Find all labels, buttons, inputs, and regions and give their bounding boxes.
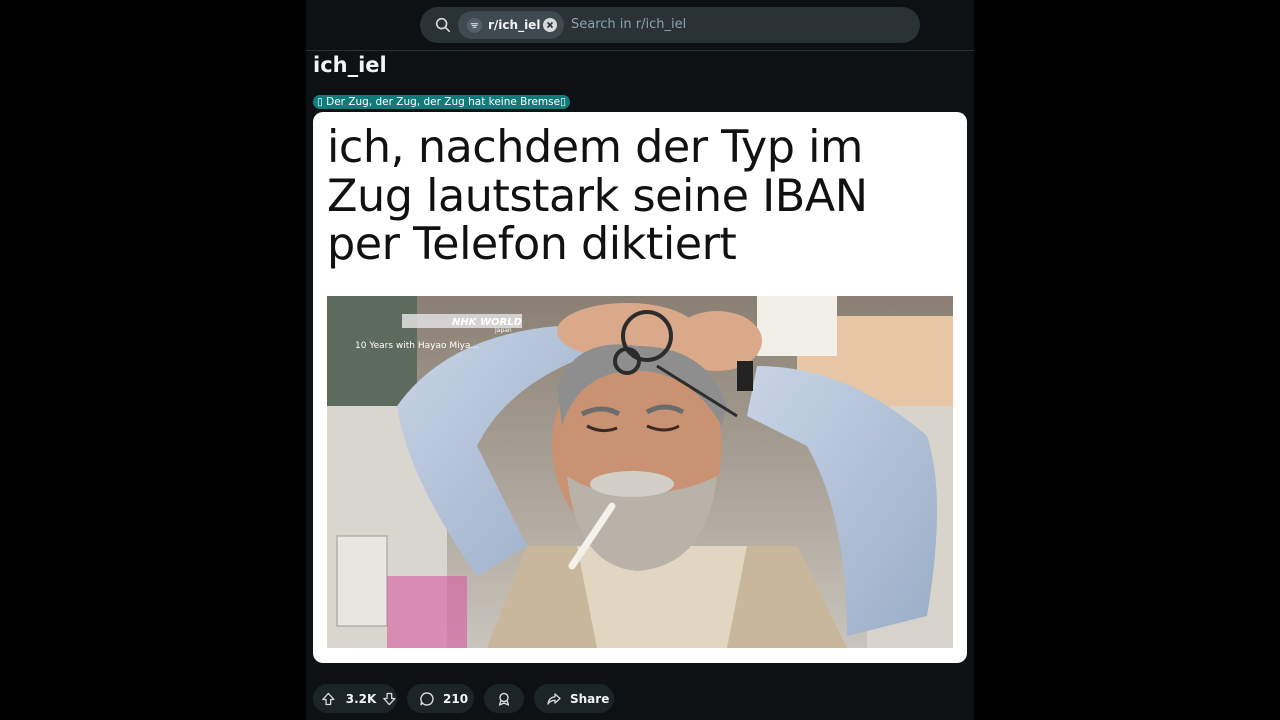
- vote-pill: 3.2K: [313, 684, 397, 713]
- comments-button[interactable]: 210: [407, 684, 474, 713]
- chip-label: r/ich_iel: [488, 18, 541, 32]
- post-actions: 3.2K 210 Share: [313, 684, 614, 713]
- caption-line: per Telefon diktiert: [327, 219, 737, 270]
- subreddit-icon: [467, 17, 482, 33]
- post-image[interactable]: ich, nachdem der Typ im Zug lautstark se…: [313, 112, 967, 663]
- post-flair[interactable]: ▯ Der Zug, der Zug, der Zug hat keine Br…: [313, 95, 570, 109]
- search-icon: [435, 17, 451, 33]
- vote-count: 3.2K: [345, 691, 377, 706]
- comment-count: 210: [443, 691, 469, 706]
- downvote-icon[interactable]: [382, 691, 397, 707]
- nhk-sublogo: Japan: [494, 327, 512, 334]
- search-bar[interactable]: r/ich_iel Search in r/ich_iel: [420, 7, 920, 43]
- video-subtitle: 10 Years with Hayao Miya...: [355, 341, 479, 351]
- search-input[interactable]: Search in r/ich_iel: [571, 17, 686, 32]
- subreddit-filter-chip[interactable]: r/ich_iel: [458, 11, 564, 39]
- close-icon[interactable]: [543, 18, 557, 32]
- caption-line: ich, nachdem der Typ im: [327, 122, 863, 173]
- post-column: r/ich_iel Search in r/ich_iel ich_iel ▯ …: [306, 0, 974, 720]
- share-label: Share: [570, 691, 610, 706]
- meme-photo: NHK WORLD Japan 10 Years with Hayao Miya…: [327, 296, 953, 648]
- award-button[interactable]: [484, 684, 524, 713]
- top-bar: r/ich_iel Search in r/ich_iel: [306, 0, 974, 51]
- share-button[interactable]: Share: [534, 684, 614, 713]
- subreddit-name[interactable]: ich_iel: [313, 53, 387, 77]
- upvote-icon[interactable]: [321, 691, 336, 707]
- caption-line: Zug lautstark seine IBAN: [327, 170, 868, 222]
- award-icon: [498, 692, 510, 706]
- comment-icon: [420, 691, 434, 706]
- meme-caption: ich, nachdem der Typ im Zug lautstark se…: [327, 122, 947, 270]
- share-icon: [547, 692, 561, 705]
